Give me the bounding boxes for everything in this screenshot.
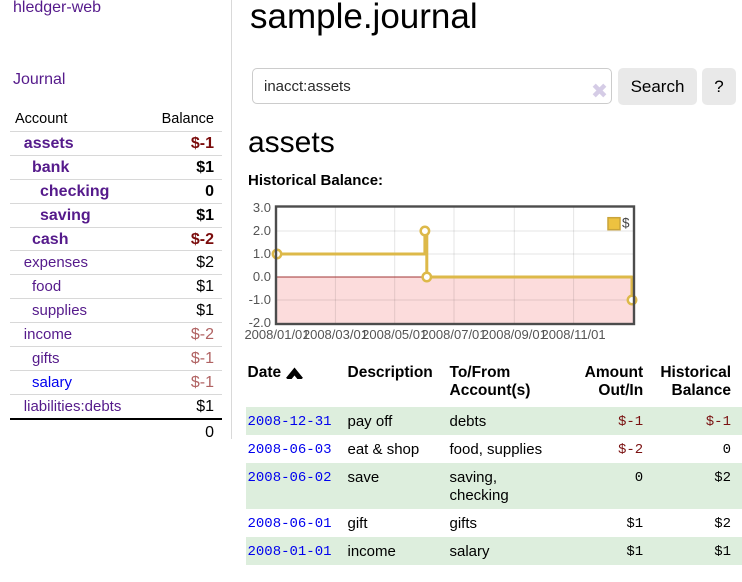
svg-text:2008/03/01: 2008/03/01 [303, 327, 368, 342]
svg-text:2.0: 2.0 [253, 223, 271, 238]
svg-text:3.0: 3.0 [253, 200, 271, 215]
svg-text:2008/07/01: 2008/07/01 [421, 327, 486, 342]
svg-text:2008/01/01: 2008/01/01 [244, 327, 309, 342]
svg-text:2008/11/01: 2008/11/01 [542, 327, 606, 342]
svg-text:-1.0: -1.0 [249, 292, 271, 307]
svg-text:$: $ [622, 216, 630, 231]
svg-text:2008/05/01: 2008/05/01 [362, 327, 427, 342]
svg-text:0.0: 0.0 [253, 269, 271, 284]
svg-text:1.0: 1.0 [253, 246, 271, 261]
svg-text:2008/09/01: 2008/09/01 [482, 327, 547, 342]
